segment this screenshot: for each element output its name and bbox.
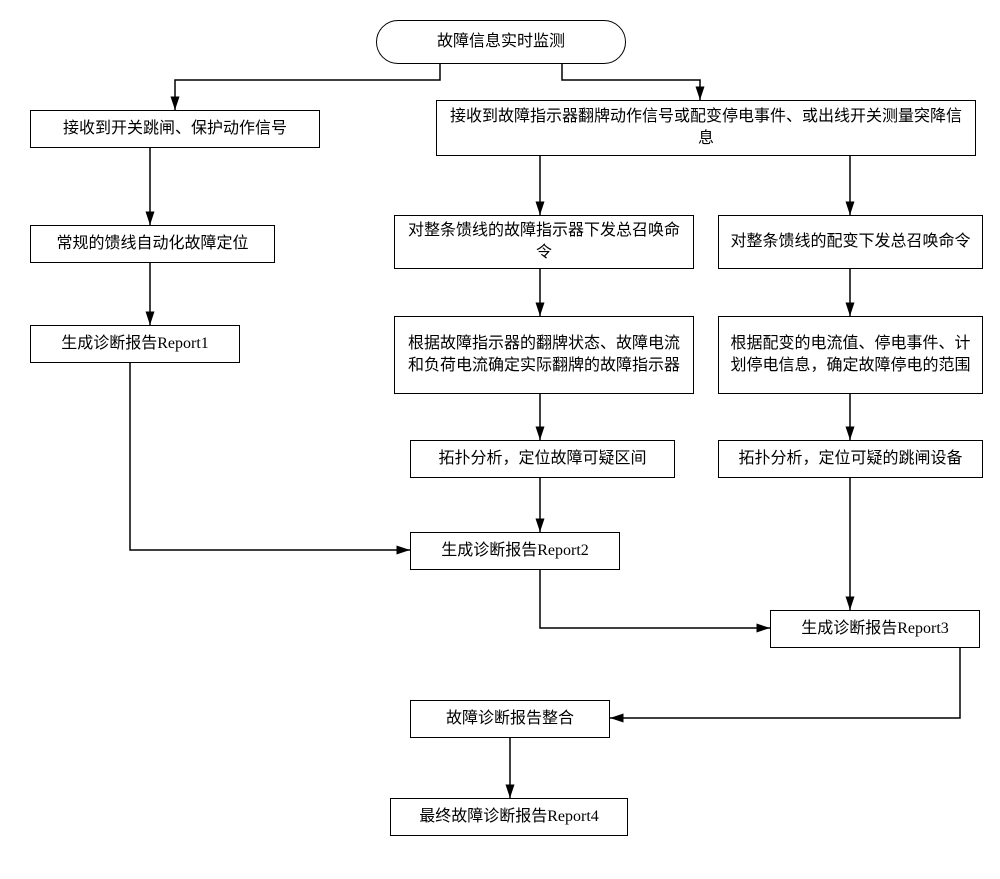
start-label: 故障信息实时监测 [437, 31, 565, 53]
left-step-locate: 常规的馈线自动化故障定位 [30, 225, 275, 263]
flowchart-canvas: 故障信息实时监测 接收到开关跳闸、保护动作信号 常规的馈线自动化故障定位 生成诊… [0, 0, 1000, 879]
r4-label: 生成诊断报告Report3 [801, 618, 949, 640]
merge-integrate: 故障诊断报告整合 [410, 700, 610, 738]
right-cmd-transformer: 对整条馈线的配变下发总召唤命令 [718, 215, 983, 269]
right-range: 根据配变的电流值、停电事件、计划停电信息，确定故障停电的范围 [718, 316, 983, 394]
merge-final: 最终故障诊断报告Report4 [390, 798, 628, 836]
right-trigger: 接收到故障指示器翻牌动作信号或配变停电事件、或出线开关测量突降信息 [436, 100, 976, 156]
m4-label: 生成诊断报告Report2 [441, 540, 589, 562]
m2-label: 根据故障指示器的翻牌状态、故障电流和负荷电流确定实际翻牌的故障指示器 [403, 333, 685, 378]
l3-label: 生成诊断报告Report1 [61, 333, 209, 355]
r3-label: 拓扑分析，定位可疑的跳闸设备 [738, 448, 962, 470]
rTrig-label: 接收到故障指示器翻牌动作信号或配变停电事件、或出线开关测量突降信息 [445, 106, 967, 151]
mid-cmd-indicator: 对整条馈线的故障指示器下发总召唤命令 [394, 215, 694, 269]
start-node: 故障信息实时监测 [376, 20, 626, 64]
right-report3: 生成诊断报告Report3 [770, 610, 980, 648]
merge1-label: 故障诊断报告整合 [446, 708, 574, 730]
right-topology: 拓扑分析，定位可疑的跳闸设备 [718, 440, 983, 478]
l1-label: 接收到开关跳闸、保护动作信号 [63, 118, 287, 140]
r1-label: 对整条馈线的配变下发总召唤命令 [730, 231, 970, 253]
left-report1: 生成诊断报告Report1 [30, 325, 240, 363]
mid-confirm-indicator: 根据故障指示器的翻牌状态、故障电流和负荷电流确定实际翻牌的故障指示器 [394, 316, 694, 394]
l2-label: 常规的馈线自动化故障定位 [56, 233, 248, 255]
r2-label: 根据配变的电流值、停电事件、计划停电信息，确定故障停电的范围 [727, 333, 974, 378]
mid-report2: 生成诊断报告Report2 [410, 532, 620, 570]
m1-label: 对整条馈线的故障指示器下发总召唤命令 [403, 220, 685, 265]
merge2-label: 最终故障诊断报告Report4 [419, 806, 599, 828]
m3-label: 拓扑分析，定位故障可疑区间 [438, 448, 646, 470]
mid-topology: 拓扑分析，定位故障可疑区间 [410, 440, 675, 478]
left-trigger: 接收到开关跳闸、保护动作信号 [30, 110, 320, 148]
